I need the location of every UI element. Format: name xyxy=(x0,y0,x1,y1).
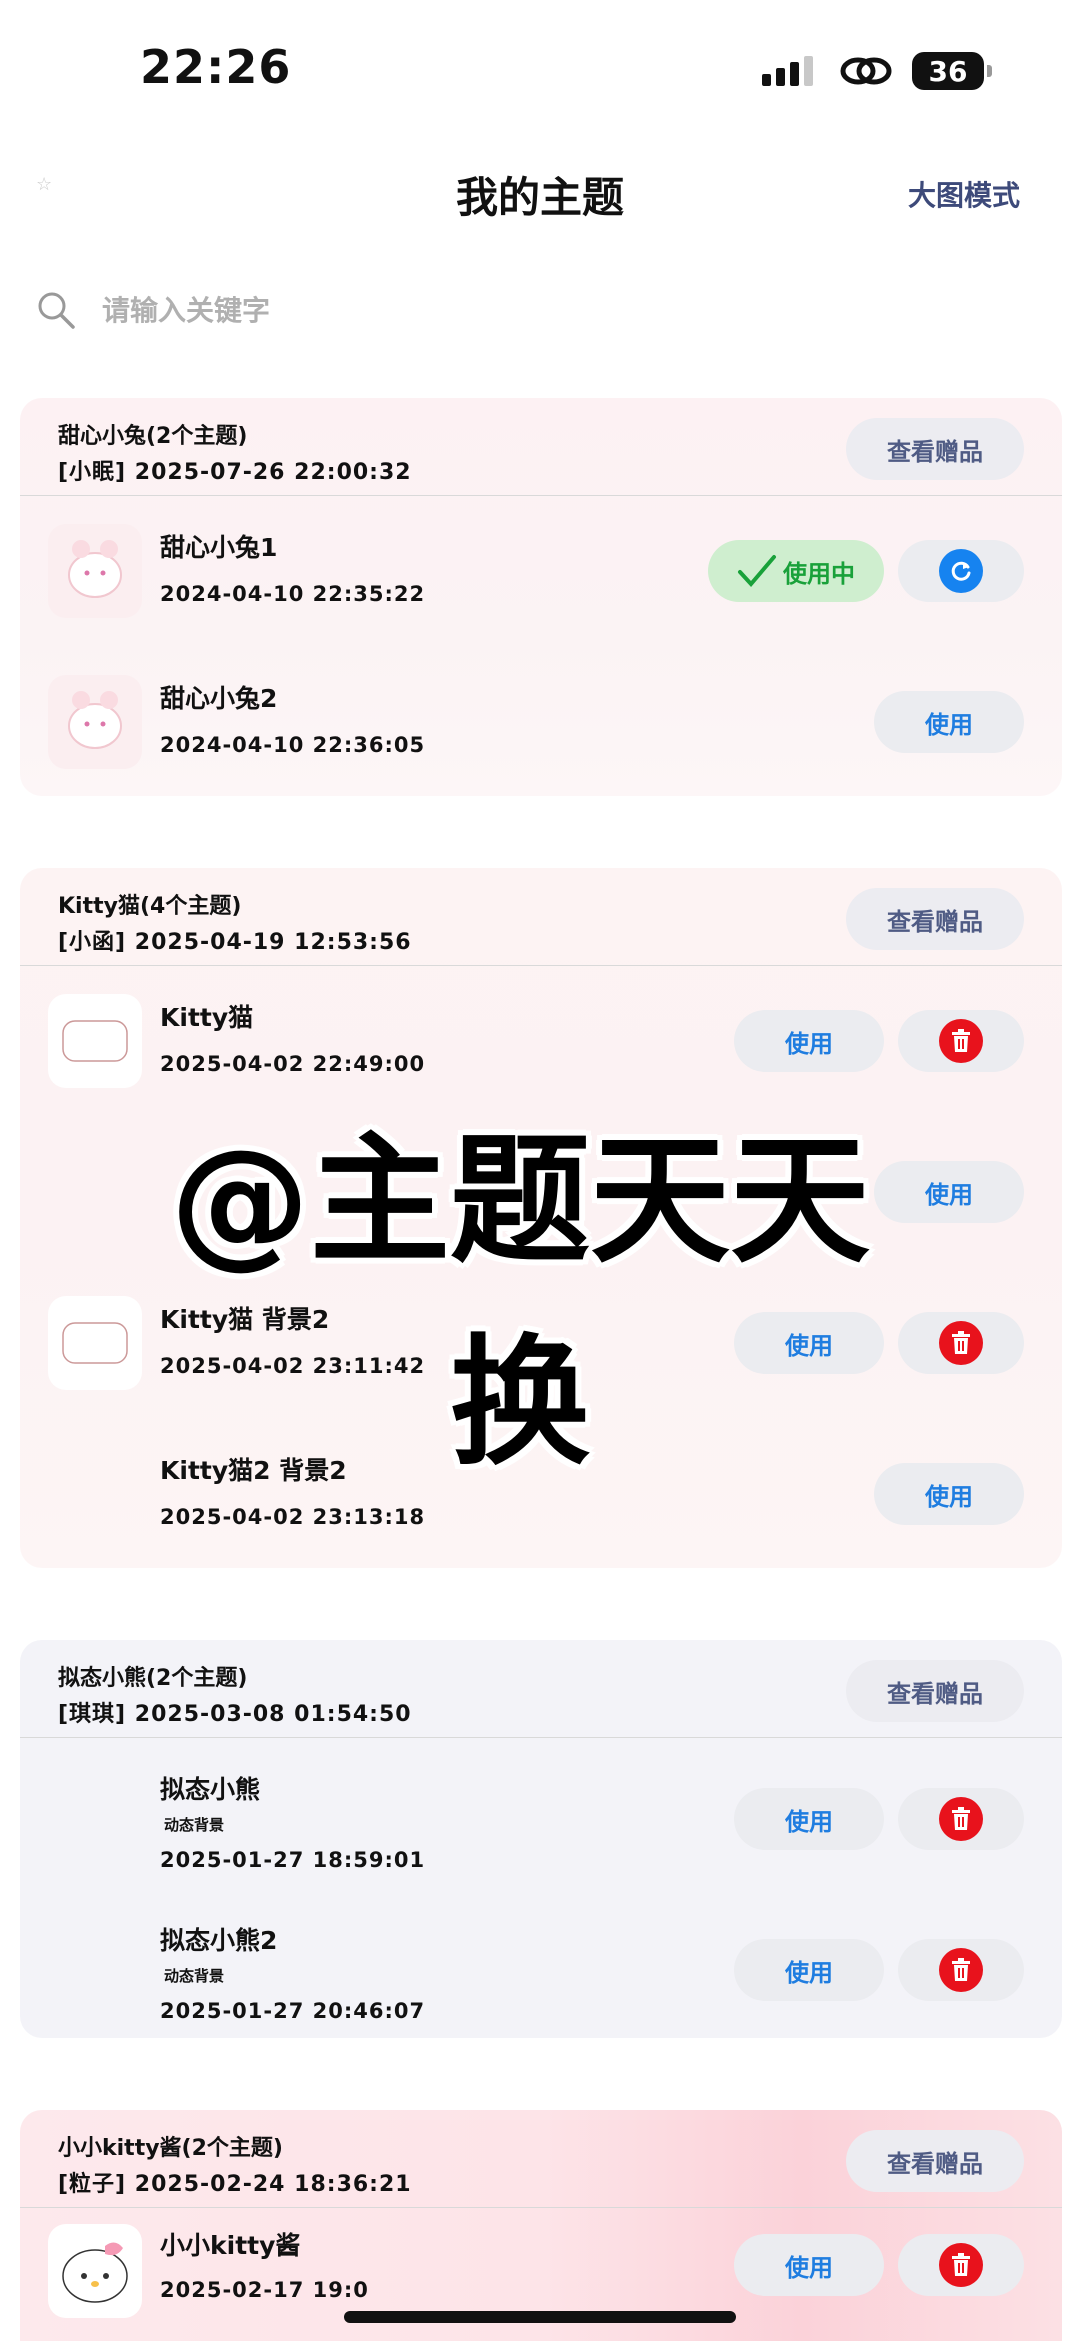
use-button[interactable]: 使用 xyxy=(734,1010,884,1072)
view-gift-button[interactable]: 查看赠品 xyxy=(846,888,1024,950)
group-meta: [琪琪] 2025-03-08 01:54:50 xyxy=(58,1702,412,1727)
theme-date: 2024-04-10 22:36:05 xyxy=(160,733,426,757)
theme-name: 小小kitty酱 xyxy=(160,2231,301,2260)
theme-row: 甜心小兔2 2024-04-10 22:36:05 使用 xyxy=(20,647,1062,796)
search-bar[interactable] xyxy=(36,280,1036,340)
group-header: 拟态小熊(2个主题) [琪琪] 2025-03-08 01:54:50 查看赠品 xyxy=(20,1640,1062,1738)
use-button[interactable]: 使用 xyxy=(874,691,1024,753)
group-name: Kitty猫(4个主题) xyxy=(58,894,242,919)
theme-thumbnail xyxy=(48,994,142,1088)
in-use-label: 使用中 xyxy=(783,559,855,588)
delete-button[interactable] xyxy=(898,2234,1024,2296)
trash-icon xyxy=(939,1797,983,1841)
group-header: 甜心小兔(2个主题) [小眠] 2025-07-26 22:00:32 查看赠品 xyxy=(20,398,1062,496)
theme-group: 拟态小熊(2个主题) [琪琪] 2025-03-08 01:54:50 查看赠品… xyxy=(20,1640,1062,2038)
signal-icon xyxy=(762,56,813,86)
theme-name: 拟态小熊2 xyxy=(160,1926,278,1955)
battery-icon: 36 xyxy=(912,52,992,90)
delete-button[interactable] xyxy=(898,1010,1024,1072)
theme-date: 2025-01-27 18:59:01 xyxy=(160,1848,426,1872)
theme-date: 2025-02-17 19:0 xyxy=(160,2278,369,2302)
status-time: 22:26 xyxy=(140,40,292,94)
trash-icon xyxy=(939,2243,983,2287)
home-indicator[interactable] xyxy=(344,2311,736,2323)
refresh-icon xyxy=(939,549,983,593)
overlay-caption: @主题天天换 xyxy=(169,1120,870,1485)
theme-name: 甜心小兔1 xyxy=(160,533,278,562)
delete-button[interactable] xyxy=(898,1939,1024,2001)
use-button[interactable]: 使用 xyxy=(734,2234,884,2296)
theme-thumbnail xyxy=(48,524,142,618)
theme-subtitle: 动态背景 xyxy=(164,1816,225,1834)
theme-thumbnail xyxy=(48,675,142,769)
group-name: 甜心小兔(2个主题) xyxy=(58,424,248,449)
theme-thumbnail xyxy=(48,2224,142,2318)
refresh-button[interactable] xyxy=(898,540,1024,602)
theme-name: 拟态小熊 xyxy=(160,1775,261,1804)
nav-bar: ☆ 我的主题 大图模式 xyxy=(0,150,1080,230)
theme-row: 甜心小兔1 2024-04-10 22:35:22 使用中 xyxy=(20,496,1062,647)
trash-icon xyxy=(939,1321,983,1365)
theme-name: Kitty猫 xyxy=(160,1003,254,1032)
search-input[interactable] xyxy=(102,293,702,327)
group-header: Kitty猫(4个主题) [小函] 2025-04-19 12:53:56 查看… xyxy=(20,868,1062,966)
trash-icon xyxy=(939,1019,983,1063)
use-button[interactable]: 使用 xyxy=(734,1939,884,2001)
use-button[interactable]: 使用 xyxy=(734,1788,884,1850)
group-name: 拟态小熊(2个主题) xyxy=(58,1666,248,1691)
theme-group: 小小kitty酱(2个主题) [粒子] 2025-02-24 18:36:21 … xyxy=(20,2110,1062,2341)
theme-date: 2025-04-02 22:49:00 xyxy=(160,1052,426,1076)
theme-date: 2024-04-10 22:35:22 xyxy=(160,582,426,606)
theme-subtitle: 动态背景 xyxy=(164,1967,225,1985)
group-meta: [小眠] 2025-07-26 22:00:32 xyxy=(58,460,412,485)
large-image-mode-button[interactable]: 大图模式 xyxy=(908,174,1020,214)
delete-button[interactable] xyxy=(898,1788,1024,1850)
theme-row: 拟态小熊2 动态背景 2025-01-27 20:46:07 使用 xyxy=(20,1889,1062,2038)
group-meta: [粒子] 2025-02-24 18:36:21 xyxy=(58,2172,412,2197)
view-gift-button[interactable]: 查看赠品 xyxy=(846,2130,1024,2192)
view-gift-button[interactable]: 查看赠品 xyxy=(846,1660,1024,1722)
view-gift-button[interactable]: 查看赠品 xyxy=(846,418,1024,480)
status-bar: 22:26 36 xyxy=(0,0,1080,130)
theme-row: 拟态小熊 动态背景 2025-01-27 18:59:01 使用 xyxy=(20,1738,1062,1889)
group-meta: [小函] 2025-04-19 12:53:56 xyxy=(58,930,412,955)
link-icon xyxy=(840,57,892,85)
theme-name: 甜心小兔2 xyxy=(160,684,278,713)
theme-date: 2025-04-02 23:13:18 xyxy=(160,1505,426,1529)
group-header: 小小kitty酱(2个主题) [粒子] 2025-02-24 18:36:21 … xyxy=(20,2110,1062,2208)
in-use-button[interactable]: 使用中 xyxy=(708,540,884,602)
theme-group: 甜心小兔(2个主题) [小眠] 2025-07-26 22:00:32 查看赠品… xyxy=(20,398,1062,796)
search-icon xyxy=(38,292,75,329)
theme-date: 2025-01-27 20:46:07 xyxy=(160,1999,426,2023)
trash-icon xyxy=(939,1948,983,1992)
check-icon xyxy=(738,555,776,588)
group-name: 小小kitty酱(2个主题) xyxy=(58,2136,283,2161)
